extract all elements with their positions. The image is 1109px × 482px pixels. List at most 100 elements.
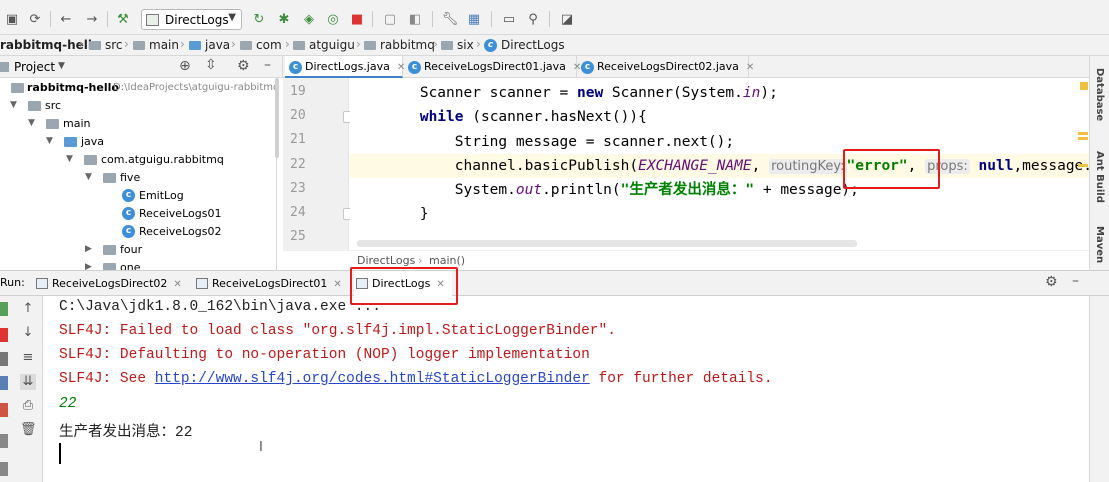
breadcrumb-java[interactable]: java: [189, 38, 230, 52]
run-configuration-select[interactable]: DirectLogs ▼: [141, 9, 242, 30]
mouse-ibeam-cursor: I: [259, 440, 263, 455]
breadcrumb-rabbitmq[interactable]: rabbitmq: [364, 38, 435, 52]
exit-icon[interactable]: [0, 403, 8, 417]
console-output[interactable]: C:\Java\jdk1.8.0_162\bin\java.exe ... SL…: [43, 296, 1089, 482]
minimize-icon[interactable]: –: [264, 57, 271, 73]
tree-item-emitlog[interactable]: c EmitLog: [0, 187, 276, 205]
breadcrumb-project[interactable]: rabbitmq-hello: [0, 38, 100, 52]
tree-item-five[interactable]: ▼ five: [0, 169, 276, 187]
editor-tabs: c DirectLogs.java ✕ c ReceiveLogsDirect01.j…: [283, 56, 1089, 78]
run-tab-receivelogsdirect02[interactable]: ReceiveLogsDirect02 ✕: [34, 271, 182, 296]
editor-horizontal-scrollbar[interactable]: [357, 240, 857, 247]
tree-item-java[interactable]: ▼ java: [0, 133, 276, 151]
console-input-echo: 22: [59, 396, 77, 412]
close-icon[interactable]: ✕: [173, 279, 181, 290]
change-marker[interactable]: [1078, 132, 1088, 135]
gear-icon[interactable]: ⚙: [237, 58, 250, 74]
plugins-icon[interactable]: ◪: [558, 10, 576, 28]
tree-scrollbar[interactable]: [275, 78, 279, 158]
gear-icon[interactable]: ⚙: [1045, 274, 1058, 290]
locate-crosshair-icon[interactable]: ⊕: [179, 58, 191, 74]
console-scrollbar[interactable]: [1089, 296, 1109, 482]
scroll-down-icon[interactable]: ↓: [20, 325, 36, 341]
editor-crumb-class[interactable]: DirectLogs: [357, 254, 415, 267]
breadcrumb-directlogs[interactable]: c DirectLogs: [484, 38, 565, 52]
project-structure-icon[interactable]: ▦: [465, 10, 483, 28]
rerun-icon[interactable]: [0, 302, 8, 316]
tab-receivelogsdirect01-java[interactable]: c ReceiveLogsDirect01.java ✕: [404, 56, 581, 78]
run-config-icon: [146, 14, 159, 26]
right-tool-strip: Database Ant Build Maven: [1078, 56, 1109, 270]
breadcrumb-six[interactable]: six: [441, 38, 474, 52]
trash-icon[interactable]: 🗑︎: [20, 422, 37, 438]
close-icon[interactable]: ✕: [746, 62, 754, 73]
slf4j-link[interactable]: http://www.slf4j.org/codes.html#StaticLo…: [155, 371, 590, 387]
tree-item-four[interactable]: ▶ four: [0, 241, 276, 259]
change-marker[interactable]: [1078, 137, 1088, 140]
chevron-down-icon: ▼: [228, 12, 236, 23]
stop-icon[interactable]: ■: [348, 10, 366, 28]
folder-icon: [46, 119, 59, 129]
chevron-right-icon: ▶: [85, 244, 92, 254]
minimize-icon[interactable]: –: [1072, 273, 1079, 289]
run-config-icon: [36, 278, 48, 289]
breadcrumb-com[interactable]: com: [240, 38, 282, 52]
terminal-icon[interactable]: ▭: [500, 10, 518, 28]
restore-layout-icon[interactable]: [0, 376, 8, 390]
tree-item-receivelogs02[interactable]: c ReceiveLogs02: [0, 223, 276, 241]
tool-maven[interactable]: Maven: [1094, 226, 1105, 263]
chevron-down-icon[interactable]: ▼: [58, 61, 65, 71]
wrench-settings-icon[interactable]: 🔧︎: [441, 10, 459, 28]
tree-item-src[interactable]: ▼ src: [0, 97, 276, 115]
sync-icon[interactable]: ⟳: [26, 10, 44, 28]
tree-item-main[interactable]: ▼ main: [0, 115, 276, 133]
breadcrumb-main[interactable]: main: [133, 38, 179, 52]
run-tab-receivelogsdirect01[interactable]: ReceiveLogsDirect01 ✕: [194, 271, 346, 296]
vcs-icon[interactable]: ◧: [406, 10, 424, 28]
tool-database[interactable]: Database: [1094, 68, 1105, 121]
package-icon: [84, 155, 97, 165]
breadcrumb-src[interactable]: src: [89, 38, 123, 52]
soft-wrap-icon[interactable]: ≡: [20, 350, 36, 366]
folder-icon: [133, 41, 145, 50]
chevron-down-icon: ▼: [66, 154, 73, 164]
search-icon[interactable]: ⚲: [524, 10, 542, 28]
save-icon[interactable]: ▣: [3, 10, 21, 28]
tree-item-one[interactable]: ▶ one: [0, 259, 276, 270]
project-panel-title[interactable]: Project: [14, 60, 55, 74]
tool-ant-build[interactable]: Ant Build: [1094, 151, 1105, 203]
tree-item-package[interactable]: ▼ com.atguigu.rabbitmq: [0, 151, 276, 169]
tab-directlogs-java[interactable]: c DirectLogs.java ✕: [285, 56, 405, 78]
attach-icon[interactable]: ▢: [381, 10, 399, 28]
warning-marker[interactable]: [1080, 82, 1088, 90]
console-line: SLF4J: Failed to load class "org.slf4j.i…: [59, 323, 616, 339]
forward-icon[interactable]: →: [83, 10, 101, 28]
close-icon[interactable]: ✕: [333, 279, 341, 290]
profile-icon[interactable]: ◎: [324, 10, 342, 28]
layout-icon[interactable]: [0, 434, 8, 448]
debug-bug-icon[interactable]: ✱: [275, 10, 293, 28]
annotation-routing-key-box: [843, 149, 940, 189]
coverage-icon[interactable]: ◈: [300, 10, 318, 28]
code-editor[interactable]: Scanner scanner = new Scanner(System.in)…: [350, 78, 1090, 250]
line-number: 25: [290, 229, 306, 244]
editor-crumb-method[interactable]: main(): [429, 254, 465, 267]
print-icon[interactable]: ⎙: [20, 398, 36, 414]
rerun-icon[interactable]: ↻: [250, 10, 268, 28]
change-marker[interactable]: [1078, 164, 1088, 167]
folder-icon: [189, 41, 201, 50]
console-line: C:\Java\jdk1.8.0_162\bin\java.exe ...: [59, 299, 381, 315]
pin-icon[interactable]: [0, 462, 8, 476]
build-hammer-icon[interactable]: ⚒: [114, 10, 132, 28]
breadcrumb-atguigu[interactable]: atguigu: [293, 38, 355, 52]
back-icon[interactable]: ←: [57, 10, 75, 28]
collapse-all-icon[interactable]: ⇳: [205, 57, 217, 73]
camera-icon[interactable]: [0, 352, 8, 366]
scroll-to-end-icon[interactable]: ⇊: [20, 374, 36, 390]
tree-item-receivelogs01[interactable]: c ReceiveLogs01: [0, 205, 276, 223]
tree-item-root[interactable]: rabbitmq-hello D:\IdeaProjects\atguigu-r…: [0, 79, 276, 97]
line-number: 22: [290, 157, 306, 172]
scroll-up-icon[interactable]: ↑: [20, 301, 36, 317]
stop-icon[interactable]: [0, 328, 8, 342]
tab-receivelogsdirect02-java[interactable]: c ReceiveLogsDirect02.java ✕: [577, 56, 754, 78]
